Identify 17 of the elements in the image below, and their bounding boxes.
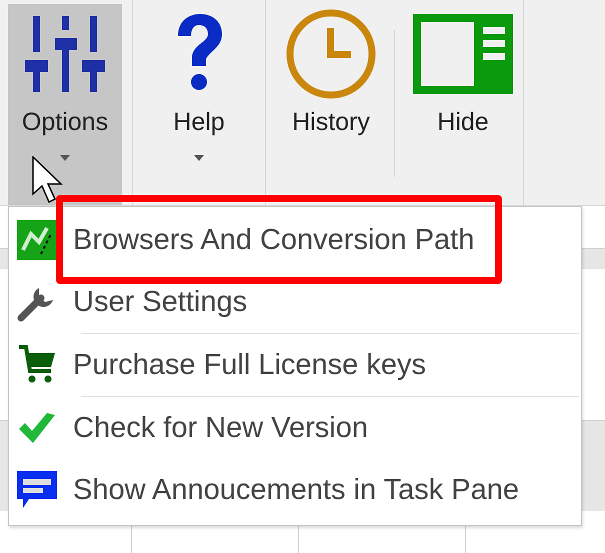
message-icon — [17, 471, 57, 509]
ribbon-button[interactable]: Help — [143, 4, 255, 205]
ribbon-button[interactable]: History — [276, 4, 386, 205]
menu-item[interactable]: Show Annoucements in Task Pane — [9, 459, 581, 521]
menu-item[interactable]: Check for New Version — [9, 397, 581, 459]
ribbon-button[interactable]: Options — [8, 4, 122, 205]
panel-icon — [413, 14, 513, 94]
check-icon — [17, 411, 57, 445]
sliders-icon — [23, 14, 107, 94]
menu-item[interactable]: Browsers And Conversion Path — [9, 209, 581, 271]
menu-item[interactable]: User Settings — [9, 271, 581, 333]
ribbon-button[interactable]: Hide — [403, 4, 523, 205]
clock-icon — [285, 8, 377, 100]
cart-icon — [17, 345, 57, 385]
menu-item[interactable]: Purchase Full License keys — [9, 334, 581, 396]
cursor-icon — [32, 156, 66, 206]
path-icon — [17, 220, 57, 260]
